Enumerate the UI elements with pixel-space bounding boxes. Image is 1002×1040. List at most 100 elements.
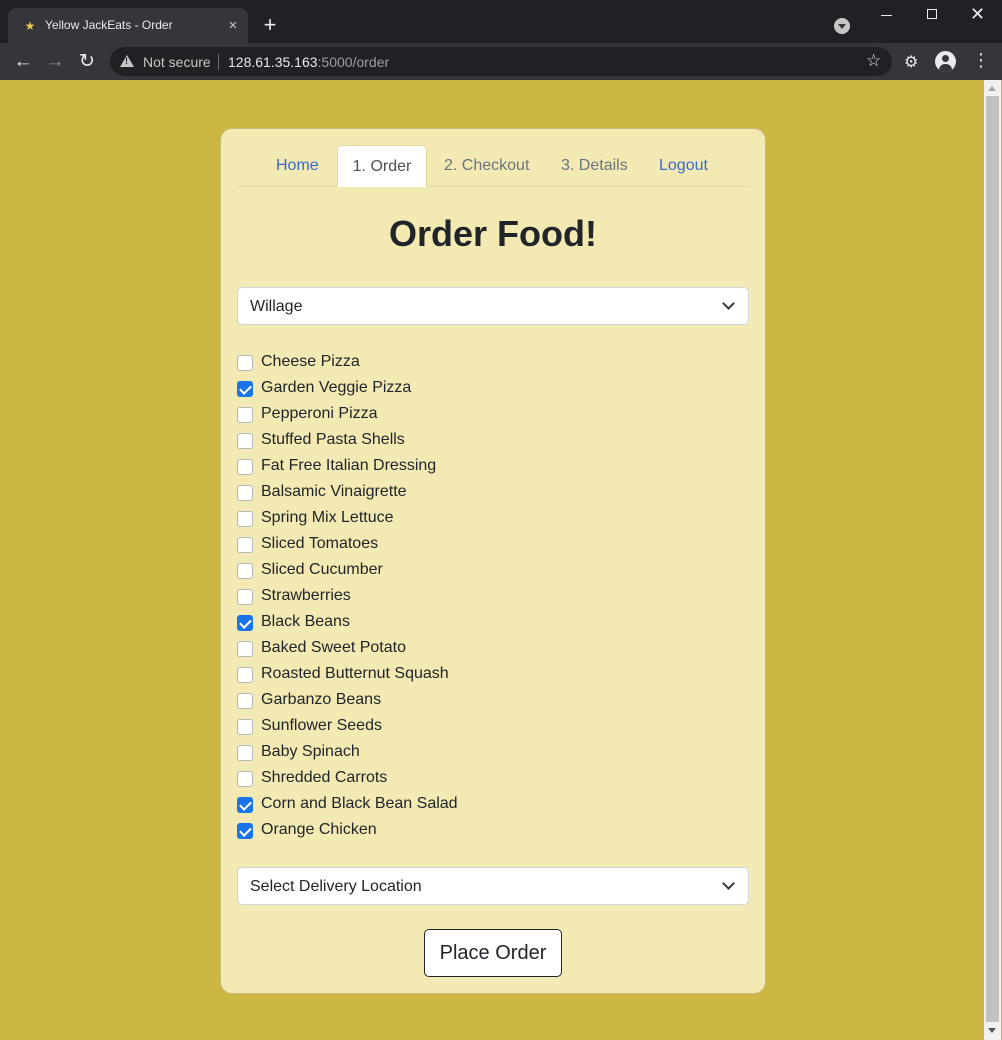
food-item-label[interactable]: Strawberries [261, 587, 351, 605]
food-item-label[interactable]: Sunflower Seeds [261, 717, 382, 735]
food-item-list: Cheese Pizza Garden Veggie Pizza Pepperoni… [237, 351, 749, 845]
food-item-checkbox-checked[interactable] [237, 615, 253, 631]
url-host: 128.61.35.163 [228, 54, 318, 70]
chevron-down-icon [722, 297, 735, 310]
tab-title: Yellow JackEats - Order [45, 18, 173, 32]
food-item-checkbox[interactable] [237, 667, 253, 683]
food-item[interactable]: Baby Spinach [237, 741, 749, 767]
food-item[interactable]: Orange Chicken [237, 819, 749, 845]
food-item-label[interactable]: Balsamic Vinaigrette [261, 483, 407, 501]
food-item[interactable]: Baked Sweet Potato [237, 637, 749, 663]
food-item-checkbox[interactable] [237, 641, 253, 657]
food-item-label[interactable]: Orange Chicken [261, 821, 377, 839]
close-icon[interactable]: × [224, 17, 242, 35]
nav-tabs: Home 1. Order 2. Checkout 3. Details Log… [237, 145, 750, 187]
food-item[interactable]: Strawberries [237, 585, 749, 611]
food-item[interactable]: Stuffed Pasta Shells [237, 429, 749, 455]
nav-tab-details: 3. Details [561, 157, 628, 174]
forward-arrow-icon[interactable]: → [42, 49, 68, 75]
browser-toolbar: ← → ↻ Not secure 128.61.35.163:5000/orde… [0, 43, 1002, 80]
food-item-checkbox[interactable] [237, 355, 253, 371]
food-item-checkbox[interactable] [237, 433, 253, 449]
extensions-puzzle-icon[interactable]: ⚙ [904, 52, 918, 72]
food-item[interactable]: Black Beans [237, 611, 749, 637]
food-item-label[interactable]: Cheese Pizza [261, 353, 360, 371]
warning-icon[interactable] [120, 55, 134, 67]
food-item[interactable]: Sunflower Seeds [237, 715, 749, 741]
food-item-label[interactable]: Sliced Tomatoes [261, 535, 378, 553]
food-item-label[interactable]: Garden Veggie Pizza [261, 379, 411, 397]
reload-icon[interactable]: ↻ [74, 49, 100, 75]
food-item[interactable]: Garbanzo Beans [237, 689, 749, 715]
url-text[interactable]: 128.61.35.163:5000/order [228, 54, 389, 70]
scroll-up-arrow-icon[interactable] [988, 86, 996, 91]
food-item-label[interactable]: Shredded Carrots [261, 769, 387, 787]
food-item-checkbox[interactable] [237, 693, 253, 709]
maximize-button[interactable] [910, 0, 956, 30]
nav-home-link[interactable]: Home [276, 145, 319, 187]
food-item-label[interactable]: Corn and Black Bean Salad [261, 795, 458, 813]
tab-search-icon[interactable] [834, 18, 850, 34]
food-item-label[interactable]: Black Beans [261, 613, 350, 631]
food-item-label[interactable]: Roasted Butternut Squash [261, 665, 449, 683]
browser-menu-icon[interactable]: ⋮ [972, 50, 990, 71]
food-item[interactable]: Shredded Carrots [237, 767, 749, 793]
food-item-label[interactable]: Fat Free Italian Dressing [261, 457, 436, 475]
nav-tab-order[interactable]: 1. Order [337, 145, 427, 187]
food-item[interactable]: Sliced Tomatoes [237, 533, 749, 559]
window-close-button[interactable]: ✕ [956, 0, 1002, 30]
food-item[interactable]: Balsamic Vinaigrette [237, 481, 749, 507]
food-item[interactable]: Fat Free Italian Dressing [237, 455, 749, 481]
food-item-label[interactable]: Sliced Cucumber [261, 561, 383, 579]
place-order-button[interactable]: Place Order [424, 929, 562, 977]
page-title: Order Food! [389, 213, 597, 254]
food-item-checkbox-checked[interactable] [237, 823, 253, 839]
minimize-button[interactable] [864, 0, 910, 30]
food-item-checkbox[interactable] [237, 459, 253, 475]
food-item-checkbox[interactable] [237, 745, 253, 761]
food-item-label[interactable]: Baked Sweet Potato [261, 639, 406, 657]
food-item-label[interactable]: Stuffed Pasta Shells [261, 431, 405, 449]
food-item-checkbox[interactable] [237, 407, 253, 423]
url-path: :5000/order [317, 54, 390, 70]
food-item-label[interactable]: Garbanzo Beans [261, 691, 381, 709]
divider [218, 54, 219, 70]
security-label[interactable]: Not secure [143, 54, 211, 70]
address-bar[interactable]: Not secure 128.61.35.163:5000/order ☆ [110, 47, 892, 76]
scroll-thumb[interactable] [986, 96, 999, 1022]
food-item-checkbox[interactable] [237, 563, 253, 579]
food-item-checkbox[interactable] [237, 589, 253, 605]
food-item-checkbox-checked[interactable] [237, 797, 253, 813]
delivery-location-select[interactable]: Select Delivery Location [237, 867, 749, 905]
food-item[interactable]: Spring Mix Lettuce [237, 507, 749, 533]
food-item[interactable]: Garden Veggie Pizza [237, 377, 749, 403]
food-item-checkbox[interactable] [237, 719, 253, 735]
food-item-label[interactable]: Baby Spinach [261, 743, 360, 761]
food-item[interactable]: Roasted Butternut Squash [237, 663, 749, 689]
food-item-checkbox[interactable] [237, 537, 253, 553]
profile-avatar-icon[interactable] [935, 51, 956, 72]
browser-titlebar: ★ Yellow JackEats - Order × + ✕ [0, 0, 1002, 43]
scroll-down-arrow-icon[interactable] [988, 1028, 996, 1033]
food-item[interactable]: Pepperoni Pizza [237, 403, 749, 429]
food-item-checkbox[interactable] [237, 771, 253, 787]
nav-logout-link[interactable]: Logout [659, 145, 708, 187]
food-item[interactable]: Cheese Pizza [237, 351, 749, 377]
food-item-label[interactable]: Spring Mix Lettuce [261, 509, 394, 527]
order-card: Home 1. Order 2. Checkout 3. Details Log… [220, 128, 766, 994]
chevron-down-icon [722, 877, 735, 890]
bookmark-star-icon[interactable]: ☆ [866, 51, 881, 71]
new-tab-icon[interactable]: + [258, 13, 282, 37]
restaurant-select-value: Willage [250, 298, 303, 315]
food-item-checkbox-checked[interactable] [237, 381, 253, 397]
food-item[interactable]: Sliced Cucumber [237, 559, 749, 585]
back-arrow-icon[interactable]: ← [10, 49, 36, 75]
food-item-checkbox[interactable] [237, 511, 253, 527]
food-item[interactable]: Corn and Black Bean Salad [237, 793, 749, 819]
food-item-checkbox[interactable] [237, 485, 253, 501]
restaurant-select[interactable]: Willage [237, 287, 749, 325]
browser-tab[interactable]: ★ Yellow JackEats - Order × [8, 8, 248, 43]
vertical-scrollbar[interactable] [984, 80, 1001, 1040]
nav-tab-checkout: 2. Checkout [444, 157, 530, 174]
food-item-label[interactable]: Pepperoni Pizza [261, 405, 378, 423]
